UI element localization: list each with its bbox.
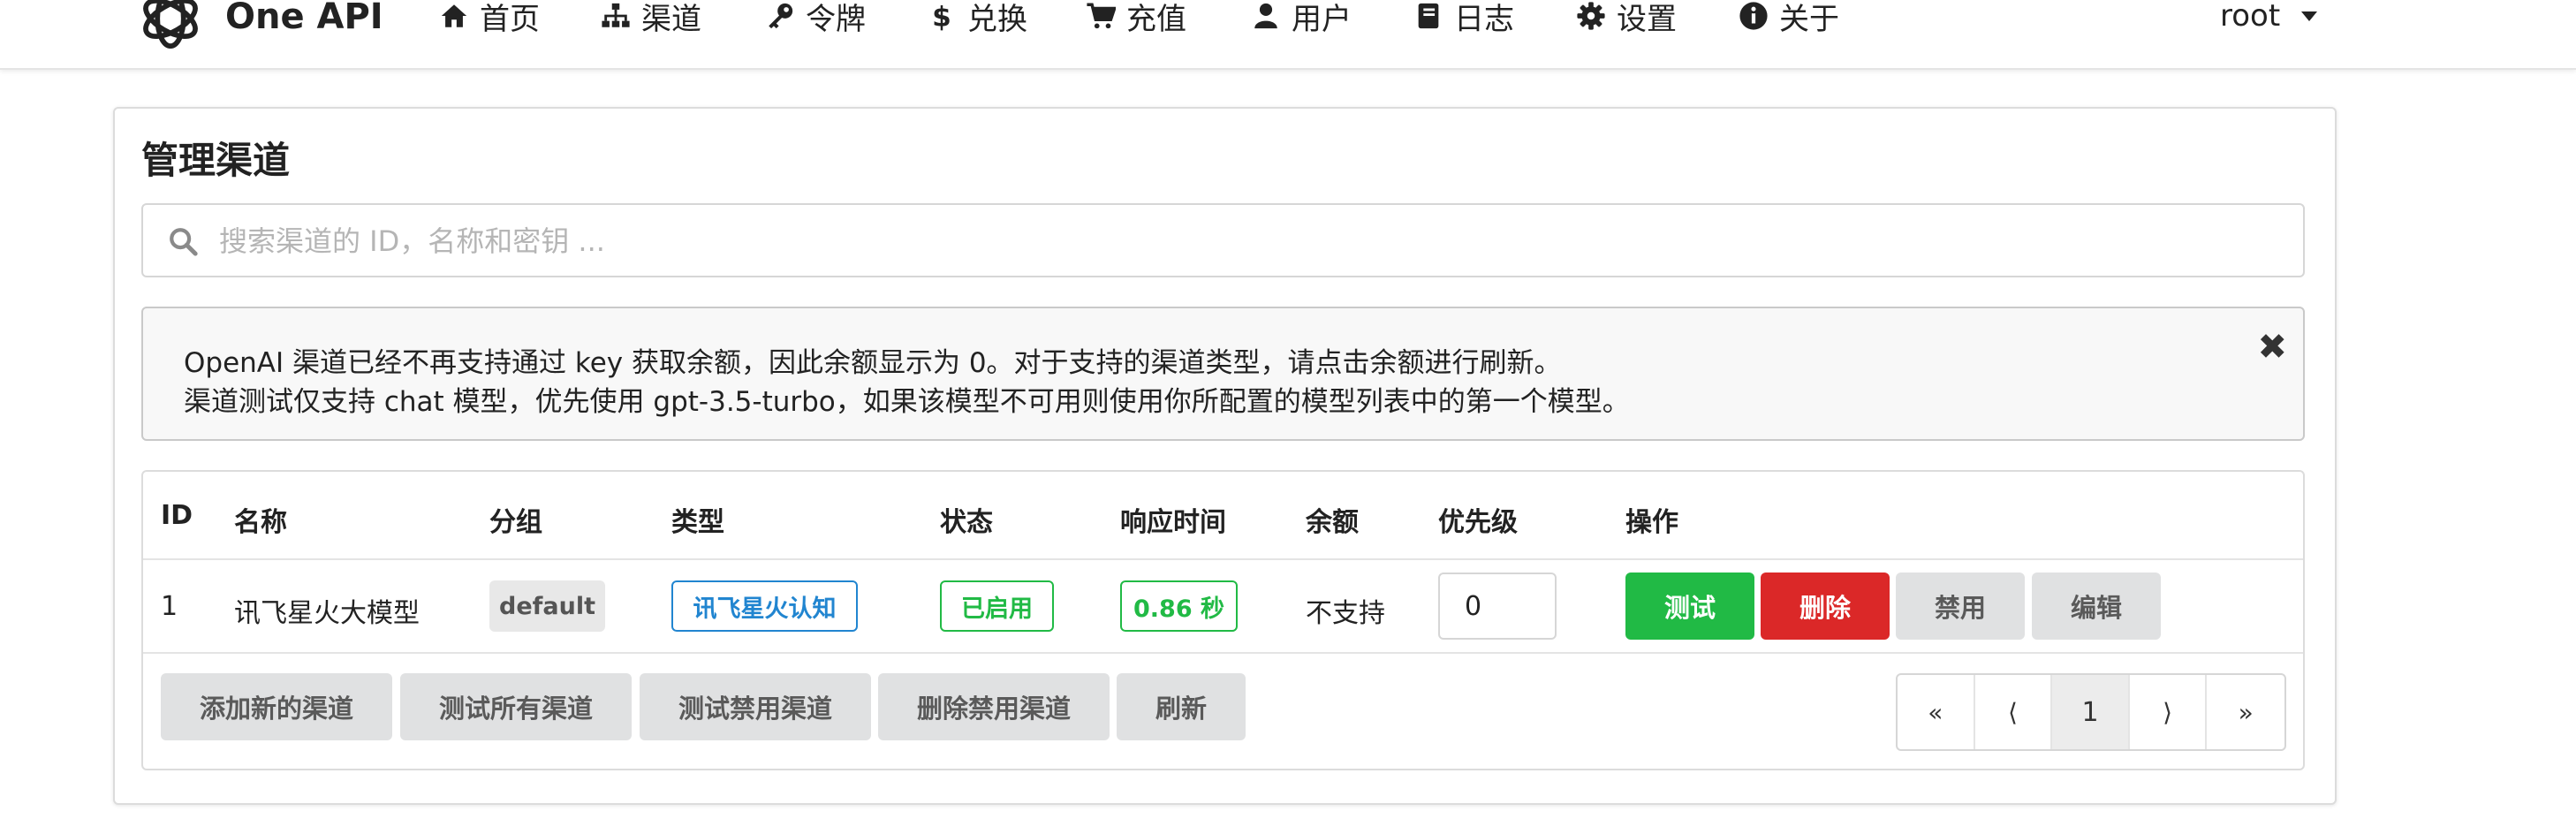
table-header-divider	[143, 558, 2303, 560]
brand-name[interactable]: One API	[225, 0, 383, 37]
nav-channels[interactable]: 渠道	[601, 0, 701, 37]
test-button[interactable]: 测试	[1625, 573, 1754, 640]
column-header-name[interactable]: 名称	[234, 500, 287, 539]
user-icon	[1254, 3, 1277, 29]
dollar-icon: $	[932, 1, 951, 31]
balance-value[interactable]: 不支持	[1306, 591, 1385, 630]
column-header-priority[interactable]: 优先级	[1438, 500, 1518, 539]
nav-logs[interactable]: 日志	[1413, 0, 1514, 37]
nav-label: 兑换	[967, 1, 1027, 37]
home-icon	[441, 4, 467, 27]
disable-button[interactable]: 禁用	[1896, 573, 2025, 640]
notice-line-2: 渠道测试仅支持 chat 模型，优先使用 gpt-3.5-turbo，如果该模型…	[184, 386, 1630, 418]
info-message: OpenAI 渠道已经不再支持通过 key 获取余额，因此余额显示为 0。对于支…	[141, 307, 2305, 441]
caret-down-icon	[2301, 11, 2318, 21]
response-time-badge[interactable]: 0.86 秒	[1120, 580, 1238, 632]
column-header-actions: 操作	[1625, 507, 1678, 538]
nav-label: 令牌	[806, 1, 866, 37]
nav-label: 渠道	[641, 1, 701, 37]
status-badge: 已启用	[940, 580, 1054, 632]
openai-logo-icon[interactable]	[134, 0, 207, 55]
gear-icon	[1577, 2, 1605, 30]
test-all-channels-button[interactable]: 测试所有渠道	[400, 673, 632, 740]
user-menu-dropdown[interactable]: root	[2220, 0, 2318, 37]
nav-topup[interactable]: 充值	[1086, 0, 1186, 37]
column-header-response-time[interactable]: 响应时间	[1120, 500, 1226, 539]
nav-label: 用户	[1292, 1, 1352, 37]
search-box	[141, 203, 2305, 277]
nav-label: 设置	[1617, 1, 1677, 37]
column-header-status[interactable]: 状态	[940, 500, 993, 539]
search-icon	[170, 228, 198, 256]
search-input[interactable]	[217, 214, 2270, 269]
nav-about[interactable]: 关于	[1739, 0, 1839, 37]
group-badge: default	[489, 580, 605, 632]
cell-name: 讯飞星火大模型	[234, 598, 420, 629]
next-page-button[interactable]: ⟩	[2130, 675, 2208, 749]
delete-button[interactable]: 删除	[1761, 573, 1890, 640]
nav-tokens[interactable]: 令牌	[765, 0, 866, 37]
column-header-group[interactable]: 分组	[489, 500, 542, 539]
info-icon	[1739, 2, 1768, 30]
cell-id: 1	[161, 591, 178, 622]
notice-line-1: OpenAI 渠道已经不再支持通过 key 获取余额，因此余额显示为 0。对于支…	[184, 347, 1562, 379]
page-1-button[interactable]: 1	[2052, 675, 2130, 749]
pagination: « ⟨ 1 ⟩ »	[1896, 673, 2286, 751]
first-page-button[interactable]: «	[1898, 675, 1975, 749]
last-page-button[interactable]: »	[2207, 675, 2284, 749]
sitemap-icon	[602, 3, 630, 27]
column-header-type[interactable]: 类型	[671, 500, 724, 539]
nav-label: 关于	[1779, 1, 1839, 37]
top-navbar: One API 首页 渠道 令牌 $ 兑换 充值 用户 日志 设置 关于 roo…	[0, 0, 2576, 70]
priority-input[interactable]	[1438, 573, 1557, 640]
page-title: 管理渠道	[141, 139, 291, 182]
cart-icon	[1087, 3, 1116, 29]
column-header-id[interactable]: ID	[161, 500, 193, 531]
nav-users[interactable]: 用户	[1251, 0, 1352, 37]
nav-label: 日志	[1454, 1, 1514, 37]
refresh-button[interactable]: 刷新	[1117, 673, 1246, 740]
nav-settings[interactable]: 设置	[1576, 0, 1677, 37]
book-icon	[1418, 3, 1439, 29]
key-icon	[769, 3, 793, 29]
type-badge: 讯飞星火认知	[671, 580, 858, 632]
delete-disabled-channels-button[interactable]: 删除禁用渠道	[878, 673, 1110, 740]
nav-home[interactable]: 首页	[439, 0, 540, 37]
svg-text:$: $	[932, 1, 951, 31]
prev-page-button[interactable]: ⟨	[1975, 675, 2053, 749]
edit-button[interactable]: 编辑	[2032, 573, 2161, 640]
nav-label: 充值	[1126, 1, 1186, 37]
nav-label: 首页	[480, 1, 540, 37]
column-header-balance[interactable]: 余额	[1306, 500, 1359, 539]
test-disabled-channels-button[interactable]: 测试禁用渠道	[640, 673, 871, 740]
close-icon[interactable]: ✖	[2257, 330, 2287, 365]
nav-redeem[interactable]: $ 兑换	[927, 0, 1027, 37]
add-channel-button[interactable]: 添加新的渠道	[161, 673, 392, 740]
username: root	[2220, 0, 2281, 34]
table-row-divider	[143, 652, 2303, 654]
